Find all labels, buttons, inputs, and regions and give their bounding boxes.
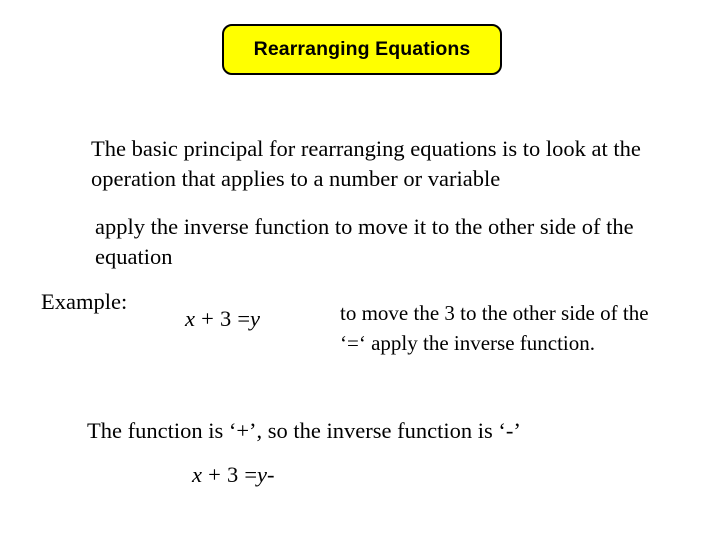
equation-example-original: x + 3 =y bbox=[185, 305, 260, 333]
equation-2-equals-operator: = bbox=[244, 462, 258, 487]
slide-canvas: Rearranging Equations The basic principa… bbox=[0, 0, 720, 540]
equation-2-plus-operator: + bbox=[208, 462, 221, 487]
equation-2-minus-operator: - bbox=[267, 462, 275, 487]
equation-1-number: 3 bbox=[219, 306, 232, 331]
equation-2-lhs-variable: x bbox=[192, 462, 202, 487]
body-paragraph-1: The basic principal for rearranging equa… bbox=[91, 136, 641, 191]
equation-2-number: 3 bbox=[226, 462, 239, 487]
equation-1-equals-operator: = bbox=[237, 306, 251, 331]
body-paragraph-4: The function is ‘+’, so the inverse func… bbox=[87, 418, 521, 443]
page-title: Rearranging Equations bbox=[253, 37, 471, 60]
equation-1-lhs-variable: x bbox=[185, 306, 195, 331]
equation-1-plus-operator: + bbox=[201, 306, 214, 331]
equation-example-result: x + 3 =y- bbox=[192, 461, 275, 489]
title-banner: Rearranging Equations bbox=[222, 24, 502, 75]
equation-1-rhs-variable: y bbox=[250, 306, 261, 331]
body-paragraph-2: apply the inverse function to move it to… bbox=[95, 214, 634, 269]
example-label: Example: bbox=[41, 289, 128, 314]
body-paragraph-3: to move the 3 to the other side of the ‘… bbox=[340, 301, 649, 355]
equation-2-rhs-variable: y bbox=[257, 462, 268, 487]
